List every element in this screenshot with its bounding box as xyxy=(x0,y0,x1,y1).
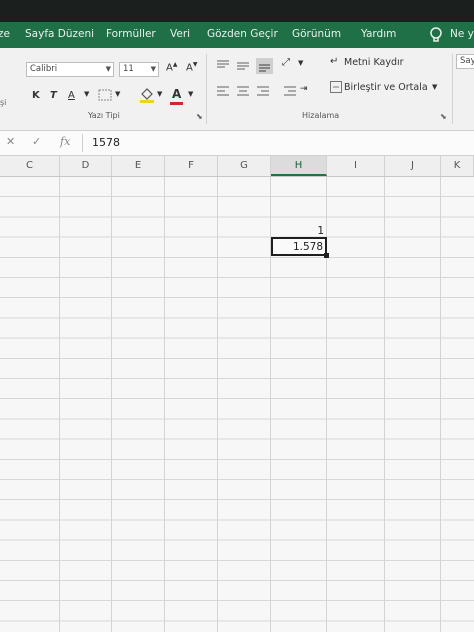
font-group-label: Yazı Tipi xyxy=(88,111,120,120)
selected-cell-value: 1.578 xyxy=(292,241,323,253)
column-header-row: C D E F G H I J K xyxy=(0,156,474,177)
wrap-text-icon: ↵ xyxy=(330,56,339,67)
tab-partial-left[interactable]: ze xyxy=(0,28,10,40)
font-size-value: 11 xyxy=(123,64,134,74)
tab-review[interactable]: Gözden Geçir xyxy=(207,28,278,40)
tab-view[interactable]: Görünüm xyxy=(292,28,341,40)
font-name-value: Calibri xyxy=(30,64,58,74)
font-size-select[interactable]: 11 ▼ xyxy=(119,62,159,77)
chevron-down-icon: ▼ xyxy=(105,65,111,73)
tab-data[interactable]: Veri xyxy=(170,28,190,40)
bold-button[interactable]: K xyxy=(32,90,40,101)
orientation-dropdown-icon[interactable]: ▼ xyxy=(298,59,303,67)
decrease-font-icon[interactable]: A▼ xyxy=(186,61,197,73)
grid-line xyxy=(111,177,112,632)
alignment-group-label: Hizalama xyxy=(302,111,340,120)
merge-center-icon xyxy=(330,81,342,93)
font-color-icon[interactable]: A xyxy=(172,87,181,101)
grid-line xyxy=(384,177,385,632)
worksheet-grid[interactable] xyxy=(0,177,474,632)
horizontal-align-icons[interactable] xyxy=(214,84,304,98)
column-header-j[interactable]: J xyxy=(385,156,441,176)
grid-line xyxy=(164,177,165,632)
number-format-select[interactable]: Say xyxy=(456,54,474,69)
column-header-e[interactable]: E xyxy=(112,156,165,176)
borders-dropdown-icon[interactable]: ▼ xyxy=(115,90,120,98)
enter-check-icon[interactable]: ✓ xyxy=(32,135,41,148)
selected-cell[interactable]: 1.578 xyxy=(271,237,327,256)
fill-handle[interactable] xyxy=(324,253,329,258)
underline-button[interactable]: A xyxy=(68,90,75,101)
column-header-d[interactable]: D xyxy=(60,156,112,176)
vertical-align-icons[interactable] xyxy=(214,58,274,74)
column-header-g[interactable]: G xyxy=(218,156,271,176)
grid-line xyxy=(59,177,60,632)
font-color-swatch xyxy=(170,102,183,105)
tell-me-input[interactable]: Ne y xyxy=(450,28,474,40)
merge-center-button[interactable]: Birleştir ve Ortala xyxy=(344,82,428,93)
column-header-c[interactable]: C xyxy=(0,156,60,176)
italic-button[interactable]: T xyxy=(50,90,57,101)
column-header-f[interactable]: F xyxy=(165,156,218,176)
formula-divider xyxy=(82,134,83,152)
insert-function-icon[interactable]: fx xyxy=(60,135,70,148)
chevron-down-icon: ▼ xyxy=(150,65,156,73)
tab-formulas[interactable]: Formüller xyxy=(106,28,156,40)
alignment-dialog-launcher-icon[interactable]: ⬊ xyxy=(440,112,447,121)
grid-line xyxy=(217,177,218,632)
ribbon: şi Calibri ▼ 11 ▼ A▲ A▼ K T A ▼ ▼ ▼ A ▼ … xyxy=(0,48,474,131)
column-header-h[interactable]: H xyxy=(271,156,327,176)
underline-dropdown-icon[interactable]: ▼ xyxy=(84,90,89,98)
cell-h-above[interactable]: 1 xyxy=(272,225,324,237)
ribbon-tab-bar: ze Sayfa Düzeni Formüller Veri Gözden Ge… xyxy=(0,22,474,48)
borders-icon[interactable] xyxy=(98,89,112,101)
merge-dropdown-icon[interactable]: ▼ xyxy=(432,83,437,91)
grid-line xyxy=(440,177,441,632)
lightbulb-icon[interactable] xyxy=(426,25,446,45)
orientation-icon[interactable]: ⤢ xyxy=(282,57,290,68)
column-header-k[interactable]: K xyxy=(441,156,474,176)
fill-dropdown-icon[interactable]: ▼ xyxy=(157,90,162,98)
font-dialog-launcher-icon[interactable]: ⬊ xyxy=(196,112,203,121)
number-format-value: Say xyxy=(460,56,474,66)
cancel-icon[interactable]: ✕ xyxy=(6,135,15,148)
increase-font-icon[interactable]: A▲ xyxy=(166,61,177,73)
fill-color-icon[interactable] xyxy=(138,86,156,104)
formula-bar: ✕ ✓ fx 1578 xyxy=(0,131,474,156)
partial-left-label: şi xyxy=(0,98,7,107)
tab-help[interactable]: Yardım xyxy=(361,28,396,40)
ribbon-separator xyxy=(206,54,207,124)
ribbon-separator xyxy=(452,54,453,124)
increase-indent-icon[interactable]: ⇥ xyxy=(300,84,308,94)
window-top-bar xyxy=(0,0,474,22)
font-name-select[interactable]: Calibri ▼ xyxy=(26,62,114,77)
tab-page-layout[interactable]: Sayfa Düzeni xyxy=(25,28,94,40)
font-color-dropdown-icon[interactable]: ▼ xyxy=(188,90,193,98)
wrap-text-button[interactable]: Metni Kaydır xyxy=(344,57,404,68)
column-header-i[interactable]: I xyxy=(327,156,385,176)
formula-input[interactable]: 1578 xyxy=(92,136,120,149)
